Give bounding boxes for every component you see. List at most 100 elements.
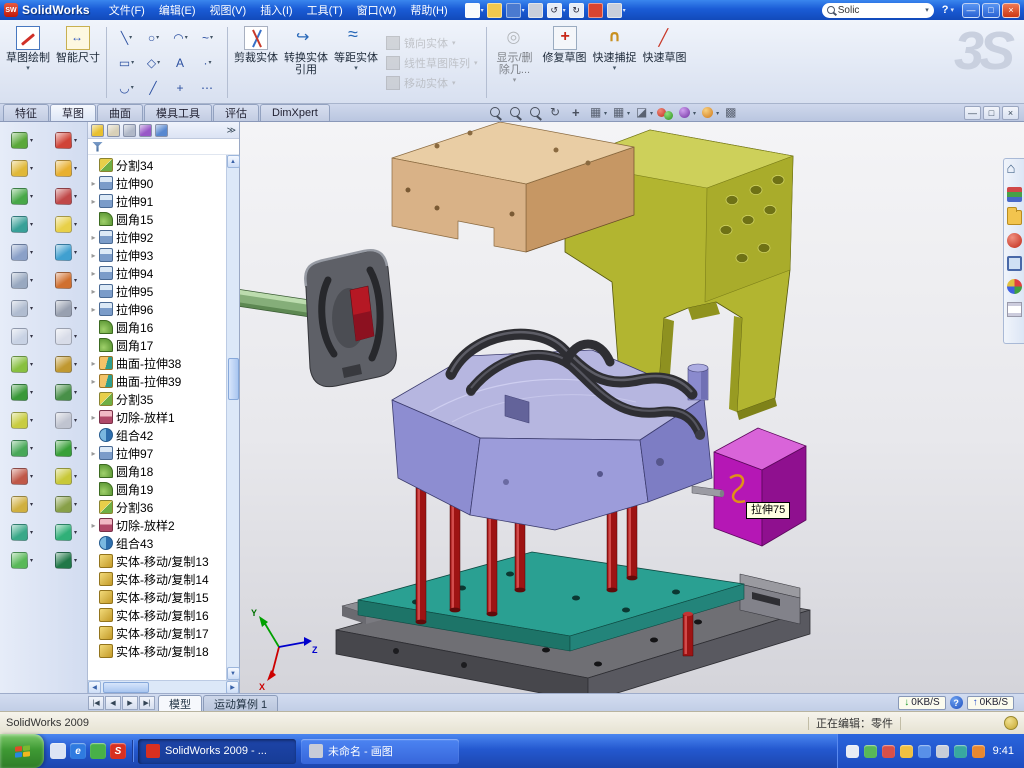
part-clamp-insert[interactable]: [305, 250, 397, 386]
feature-tree-item[interactable]: ▸ 拉伸90: [88, 174, 226, 192]
convert-entities-button[interactable]: 转换实体引用: [281, 23, 331, 102]
rapid-sketch-button[interactable]: 快速草图: [640, 23, 690, 102]
tool-button[interactable]: ▾: [55, 188, 77, 205]
home-icon[interactable]: [1007, 164, 1022, 179]
zoom-fit-icon[interactable]: [488, 105, 504, 121]
sketch-entity-tool[interactable]: ╱: [140, 75, 167, 100]
new-document-icon[interactable]: ▾: [465, 3, 484, 18]
part-guide-rod[interactable]: [240, 288, 310, 317]
feature-tree-item[interactable]: 圆角17: [88, 336, 226, 354]
solidworks-launcher-icon[interactable]: S: [110, 743, 126, 759]
menu-item[interactable]: 插入(I): [253, 0, 299, 20]
feature-tree-item[interactable]: 组合43: [88, 534, 226, 552]
feature-tree-item[interactable]: 实体-移动/复制14: [88, 570, 226, 588]
tab-scroll-button[interactable]: |◀: [88, 696, 104, 710]
tool-button[interactable]: ▾: [11, 216, 33, 233]
graphics-area[interactable]: Y X Z 拉伸75: [240, 122, 1024, 693]
tool-button[interactable]: ▾: [55, 552, 77, 569]
tray-icon[interactable]: [900, 745, 913, 758]
zoom-area-icon[interactable]: [508, 105, 524, 121]
expander-icon[interactable]: ▸: [88, 449, 99, 458]
tool-button[interactable]: ▾: [55, 412, 77, 429]
scroll-up-icon[interactable]: ▲: [227, 155, 240, 168]
feature-tree-item[interactable]: 实体-移动/复制15: [88, 588, 226, 606]
command-tab[interactable]: 曲面: [97, 104, 143, 121]
tool-button[interactable]: ▾: [11, 300, 33, 317]
tray-icon[interactable]: [918, 745, 931, 758]
tool-button[interactable]: ▾: [55, 216, 77, 233]
net-help-icon[interactable]: ?: [950, 696, 963, 709]
tool-button[interactable]: ▾: [55, 244, 77, 261]
command-tab[interactable]: 草图: [50, 104, 96, 121]
menu-item[interactable]: 文件(F): [102, 0, 152, 20]
expander-icon[interactable]: ▸: [88, 287, 99, 296]
tray-icon[interactable]: [936, 745, 949, 758]
feature-tree-item[interactable]: ▸ 曲面-拉伸39: [88, 372, 226, 390]
tree-horizontal-scrollbar[interactable]: ◀ ▶: [88, 680, 239, 693]
tool-button[interactable]: ▾: [55, 328, 77, 345]
tab-scroll-button[interactable]: ◀: [105, 696, 121, 710]
pan-icon[interactable]: [568, 105, 584, 121]
minimize-button[interactable]: —: [962, 3, 980, 18]
tool-button[interactable]: ▾: [11, 328, 33, 345]
draft-quality-icon[interactable]: [723, 105, 739, 121]
maximize-button[interactable]: □: [982, 3, 1000, 18]
feature-tree-item[interactable]: 圆角15: [88, 210, 226, 228]
scroll-right-icon[interactable]: ▶: [226, 681, 239, 694]
expander-icon[interactable]: ▸: [88, 377, 99, 386]
tool-button[interactable]: ▾: [55, 132, 77, 149]
feature-tree-item[interactable]: ▸ 拉伸97: [88, 444, 226, 462]
expander-icon[interactable]: ▸: [88, 233, 99, 242]
command-tab[interactable]: DimXpert: [260, 104, 330, 121]
scroll-left-icon[interactable]: ◀: [88, 681, 101, 694]
menu-item[interactable]: 帮助(H): [403, 0, 454, 20]
command-tab[interactable]: 特征: [3, 104, 49, 121]
tool-button[interactable]: ▾: [55, 272, 77, 289]
panel-expand-chevron[interactable]: ≫: [227, 125, 236, 136]
filter-funnel-icon[interactable]: [92, 142, 103, 152]
sketch-entity-tool[interactable]: ▭▾: [113, 50, 140, 75]
sketch-entity-tool[interactable]: ·▾: [194, 50, 221, 75]
undo-icon[interactable]: ↺ ▾: [547, 3, 566, 18]
feature-tree-item[interactable]: ▸ 切除-放样2: [88, 516, 226, 534]
part-side-block[interactable]: [714, 428, 806, 546]
tray-icon[interactable]: [972, 745, 985, 758]
tool-button[interactable]: ▾: [11, 160, 33, 177]
tool-button[interactable]: ▾: [11, 384, 33, 401]
sketch-entity-tool[interactable]: +: [167, 75, 194, 100]
media-player-icon[interactable]: [90, 743, 106, 759]
custom-properties-icon[interactable]: [1007, 302, 1022, 317]
expander-icon[interactable]: ▸: [88, 413, 99, 422]
redo-icon[interactable]: ↻: [569, 3, 585, 18]
feature-tree-item[interactable]: ▸ 拉伸96: [88, 300, 226, 318]
sketch-entity-tool[interactable]: ◡▾: [113, 75, 140, 100]
close-button[interactable]: ×: [1002, 3, 1020, 18]
document-minimize-button[interactable]: —: [964, 106, 981, 120]
feature-tree-item[interactable]: ▸ 拉伸93: [88, 246, 226, 264]
feature-tree-item[interactable]: ▸ 拉伸94: [88, 264, 226, 282]
tree-vertical-scrollbar[interactable]: ▲ ▼: [226, 155, 239, 680]
configuration-manager-tab[interactable]: [123, 124, 136, 137]
feature-tree-item[interactable]: 实体-移动/复制18: [88, 642, 226, 660]
command-tab[interactable]: 评估: [213, 104, 259, 121]
search-dropdown-icon[interactable]: ▾: [925, 6, 929, 14]
tray-icon[interactable]: [954, 745, 967, 758]
offset-entities-button[interactable]: 等距实体 ▾: [331, 23, 381, 102]
internet-explorer-icon[interactable]: e: [70, 743, 86, 759]
expander-icon[interactable]: ▸: [88, 305, 99, 314]
feature-tree-item[interactable]: 圆角16: [88, 318, 226, 336]
feature-tree-item[interactable]: 圆角19: [88, 480, 226, 498]
tool-button[interactable]: ▾: [55, 384, 77, 401]
tool-button[interactable]: ▾: [11, 496, 33, 513]
feature-tree-item[interactable]: 组合42: [88, 426, 226, 444]
document-restore-button[interactable]: □: [983, 106, 1000, 120]
community-icon[interactable]: [1007, 279, 1022, 294]
show-desktop-icon[interactable]: [50, 743, 66, 759]
display-style-icon[interactable]: ▾: [611, 105, 630, 121]
tool-button[interactable]: ▾: [55, 160, 77, 177]
rotate-view-icon[interactable]: [548, 105, 564, 121]
expander-icon[interactable]: ▸: [88, 251, 99, 260]
feature-tree-item[interactable]: 分割34: [88, 156, 226, 174]
tool-button[interactable]: ▾: [55, 300, 77, 317]
save-icon[interactable]: ▾: [506, 3, 525, 18]
